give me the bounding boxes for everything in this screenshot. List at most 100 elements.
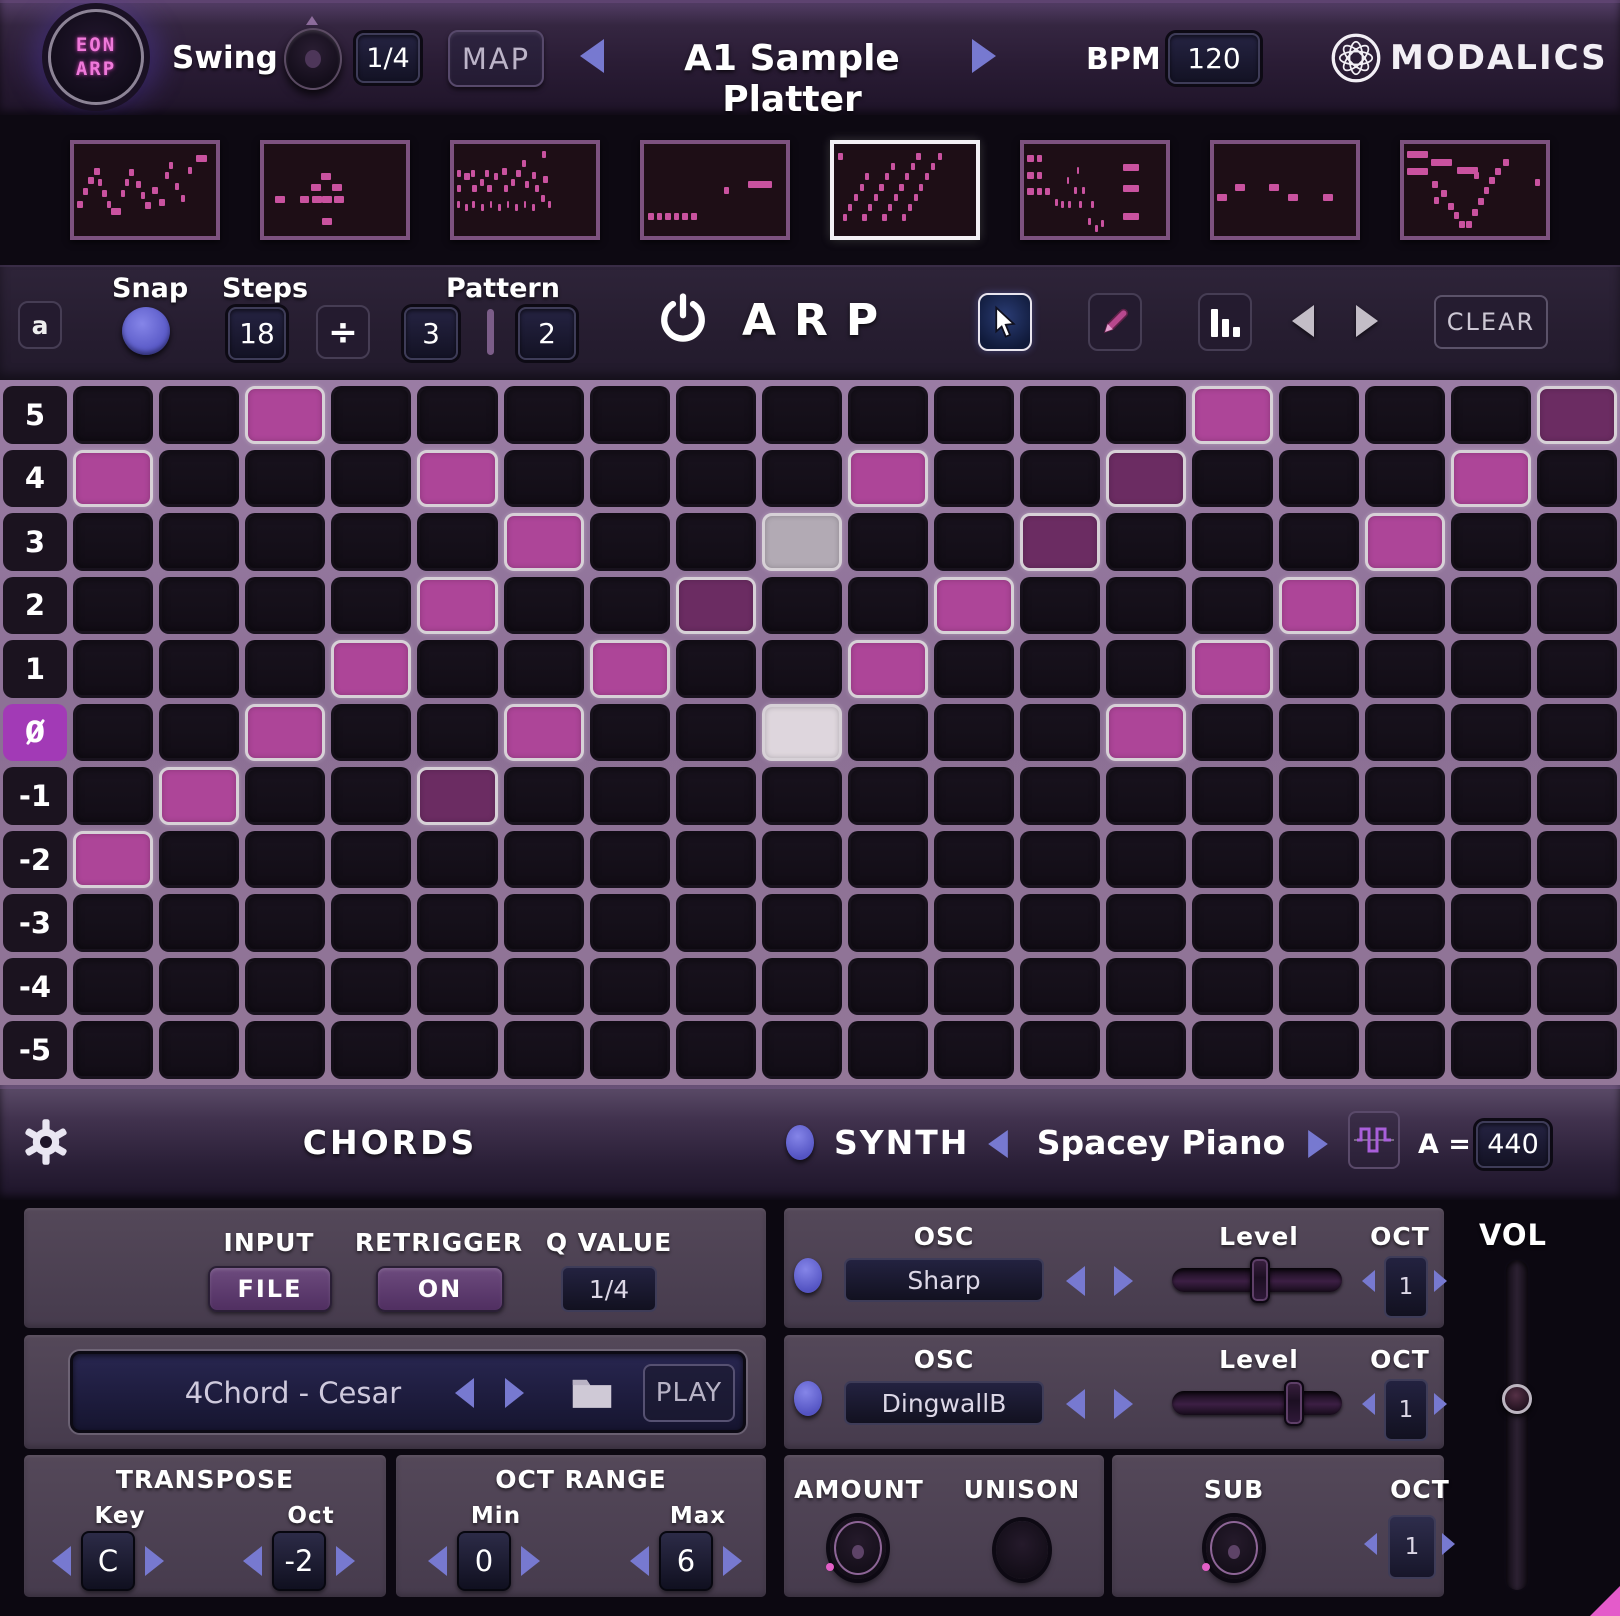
folder-icon[interactable]	[571, 1376, 613, 1410]
grid-cell-r-4-c14[interactable]	[1192, 958, 1272, 1016]
grid-cell-r5-c12[interactable]	[1020, 386, 1100, 444]
grid-cell-r1-c10-active[interactable]	[848, 640, 928, 698]
grid-cell-r-5-c12[interactable]	[1020, 1021, 1100, 1079]
grid-cell-r5-c5[interactable]	[417, 386, 497, 444]
swing-value-box[interactable]: 1/4	[356, 33, 420, 83]
grid-cell-r5-c15[interactable]	[1279, 386, 1359, 444]
grid-cell-r2-c18[interactable]	[1537, 577, 1617, 635]
grid-cell-r0-c7[interactable]	[590, 704, 670, 762]
grid-cell-r-1-c10[interactable]	[848, 767, 928, 825]
min-value-box[interactable]: 0	[457, 1531, 511, 1591]
grid-cell-r3-c17[interactable]	[1451, 513, 1531, 571]
grid-cell-r5-c7[interactable]	[590, 386, 670, 444]
grid-cell-r1-c18[interactable]	[1537, 640, 1617, 698]
file-next-button[interactable]	[505, 1378, 524, 1408]
grid-cell-r1-c7-active[interactable]	[590, 640, 670, 698]
gear-icon[interactable]	[22, 1118, 70, 1166]
osc1-oct-prev-button[interactable]	[1362, 1270, 1375, 1292]
grid-cell-r-4-c1[interactable]	[73, 958, 153, 1016]
grid-cell-r-3-c9[interactable]	[762, 894, 842, 952]
grid-cell-r0-c2[interactable]	[159, 704, 239, 762]
tuning-value-box[interactable]: 440	[1476, 1121, 1550, 1168]
grid-cell-r-4-c7[interactable]	[590, 958, 670, 1016]
sub-knob[interactable]	[1206, 1517, 1262, 1579]
sub-oct-next-button[interactable]	[1442, 1533, 1455, 1555]
grid-cell-r4-c11[interactable]	[934, 450, 1014, 508]
osc1-level-slider[interactable]	[1172, 1268, 1342, 1292]
grid-cell-r1-c6[interactable]	[504, 640, 584, 698]
grid-cell-r-1-c4[interactable]	[331, 767, 411, 825]
grid-cell-r0-c16[interactable]	[1365, 704, 1445, 762]
grid-cell-r-3-c11[interactable]	[934, 894, 1014, 952]
grid-cell-r2-c4[interactable]	[331, 577, 411, 635]
grid-cell-r-3-c17[interactable]	[1451, 894, 1531, 952]
cursor-tool-button[interactable]	[978, 293, 1032, 351]
grid-cell-r3-c7[interactable]	[590, 513, 670, 571]
grid-cell-r-1-c7[interactable]	[590, 767, 670, 825]
velocity-tool-button[interactable]	[1198, 293, 1252, 351]
grid-cell-r3-c9-active[interactable]	[762, 513, 842, 571]
swing-knob[interactable]	[284, 28, 342, 90]
shift-left-button[interactable]	[1292, 305, 1314, 337]
pattern-thumbnail-8[interactable]	[1400, 140, 1550, 240]
grid-cell-r5-c9[interactable]	[762, 386, 842, 444]
grid-cell-r-4-c12[interactable]	[1020, 958, 1100, 1016]
shift-right-button[interactable]	[1356, 305, 1378, 337]
bpm-value-box[interactable]: 120	[1168, 33, 1260, 84]
grid-cell-r-2-c4[interactable]	[331, 831, 411, 889]
grid-cell-r-2-c9[interactable]	[762, 831, 842, 889]
quantize-button[interactable]: a	[18, 301, 62, 349]
grid-cell-r2-c14[interactable]	[1192, 577, 1272, 635]
grid-cell-r-3-c13[interactable]	[1106, 894, 1186, 952]
grid-cell-r-3-c15[interactable]	[1279, 894, 1359, 952]
max-value-box[interactable]: 6	[659, 1531, 713, 1591]
grid-cell-r2-c7[interactable]	[590, 577, 670, 635]
grid-cell-r5-c3-active[interactable]	[245, 386, 325, 444]
grid-cell-r-3-c10[interactable]	[848, 894, 928, 952]
grid-cell-r4-c14[interactable]	[1192, 450, 1272, 508]
grid-cell-r2-c2[interactable]	[159, 577, 239, 635]
grid-cell-r-3-c5[interactable]	[417, 894, 497, 952]
grid-cell-r2-c17[interactable]	[1451, 577, 1531, 635]
grid-cell-r-5-c14[interactable]	[1192, 1021, 1272, 1079]
grid-cell-r1-c17[interactable]	[1451, 640, 1531, 698]
key-value-box[interactable]: C	[81, 1531, 135, 1591]
grid-cell-r4-c12[interactable]	[1020, 450, 1100, 508]
grid-cell-r-1-c9[interactable]	[762, 767, 842, 825]
grid-cell-r1-c12[interactable]	[1020, 640, 1100, 698]
clear-button[interactable]: CLEAR	[1434, 295, 1548, 349]
arp-power-button[interactable]	[658, 291, 708, 347]
grid-cell-r-5-c10[interactable]	[848, 1021, 928, 1079]
grid-cell-r-5-c3[interactable]	[245, 1021, 325, 1079]
grid-cell-r-5-c2[interactable]	[159, 1021, 239, 1079]
pattern-thumbnail-4[interactable]	[640, 140, 790, 240]
grid-cell-r3-c13[interactable]	[1106, 513, 1186, 571]
grid-cell-r4-c9[interactable]	[762, 450, 842, 508]
grid-cell-r-3-c6[interactable]	[504, 894, 584, 952]
grid-cell-r-5-c1[interactable]	[73, 1021, 153, 1079]
osc2-led[interactable]	[794, 1381, 822, 1416]
grid-cell-r0-c14[interactable]	[1192, 704, 1272, 762]
max-prev-button[interactable]	[630, 1546, 649, 1576]
grid-cell-r-1-c16[interactable]	[1365, 767, 1445, 825]
osc2-next-button[interactable]	[1114, 1389, 1133, 1419]
osc1-next-button[interactable]	[1114, 1266, 1133, 1296]
resize-corner[interactable]	[1590, 1586, 1620, 1616]
grid-cell-r3-c14[interactable]	[1192, 513, 1272, 571]
grid-cell-r-1-c5-active[interactable]	[417, 767, 497, 825]
amount-knob[interactable]	[830, 1517, 886, 1579]
key-next-button[interactable]	[145, 1546, 164, 1576]
grid-cell-r5-c2[interactable]	[159, 386, 239, 444]
grid-cell-r-1-c12[interactable]	[1020, 767, 1100, 825]
osc1-led[interactable]	[794, 1258, 822, 1293]
sub-oct-box[interactable]: 1	[1388, 1515, 1436, 1579]
grid-cell-r5-c14-active[interactable]	[1192, 386, 1272, 444]
grid-cell-r-2-c14[interactable]	[1192, 831, 1272, 889]
osc1-wave-box[interactable]: Sharp	[844, 1258, 1044, 1302]
grid-cell-r2-c13[interactable]	[1106, 577, 1186, 635]
grid-cell-r-5-c15[interactable]	[1279, 1021, 1359, 1079]
grid-cell-r2-c15-active[interactable]	[1279, 577, 1359, 635]
grid-cell-r-4-c10[interactable]	[848, 958, 928, 1016]
grid-cell-r4-c1-active[interactable]	[73, 450, 153, 508]
grid-cell-r-1-c14[interactable]	[1192, 767, 1272, 825]
